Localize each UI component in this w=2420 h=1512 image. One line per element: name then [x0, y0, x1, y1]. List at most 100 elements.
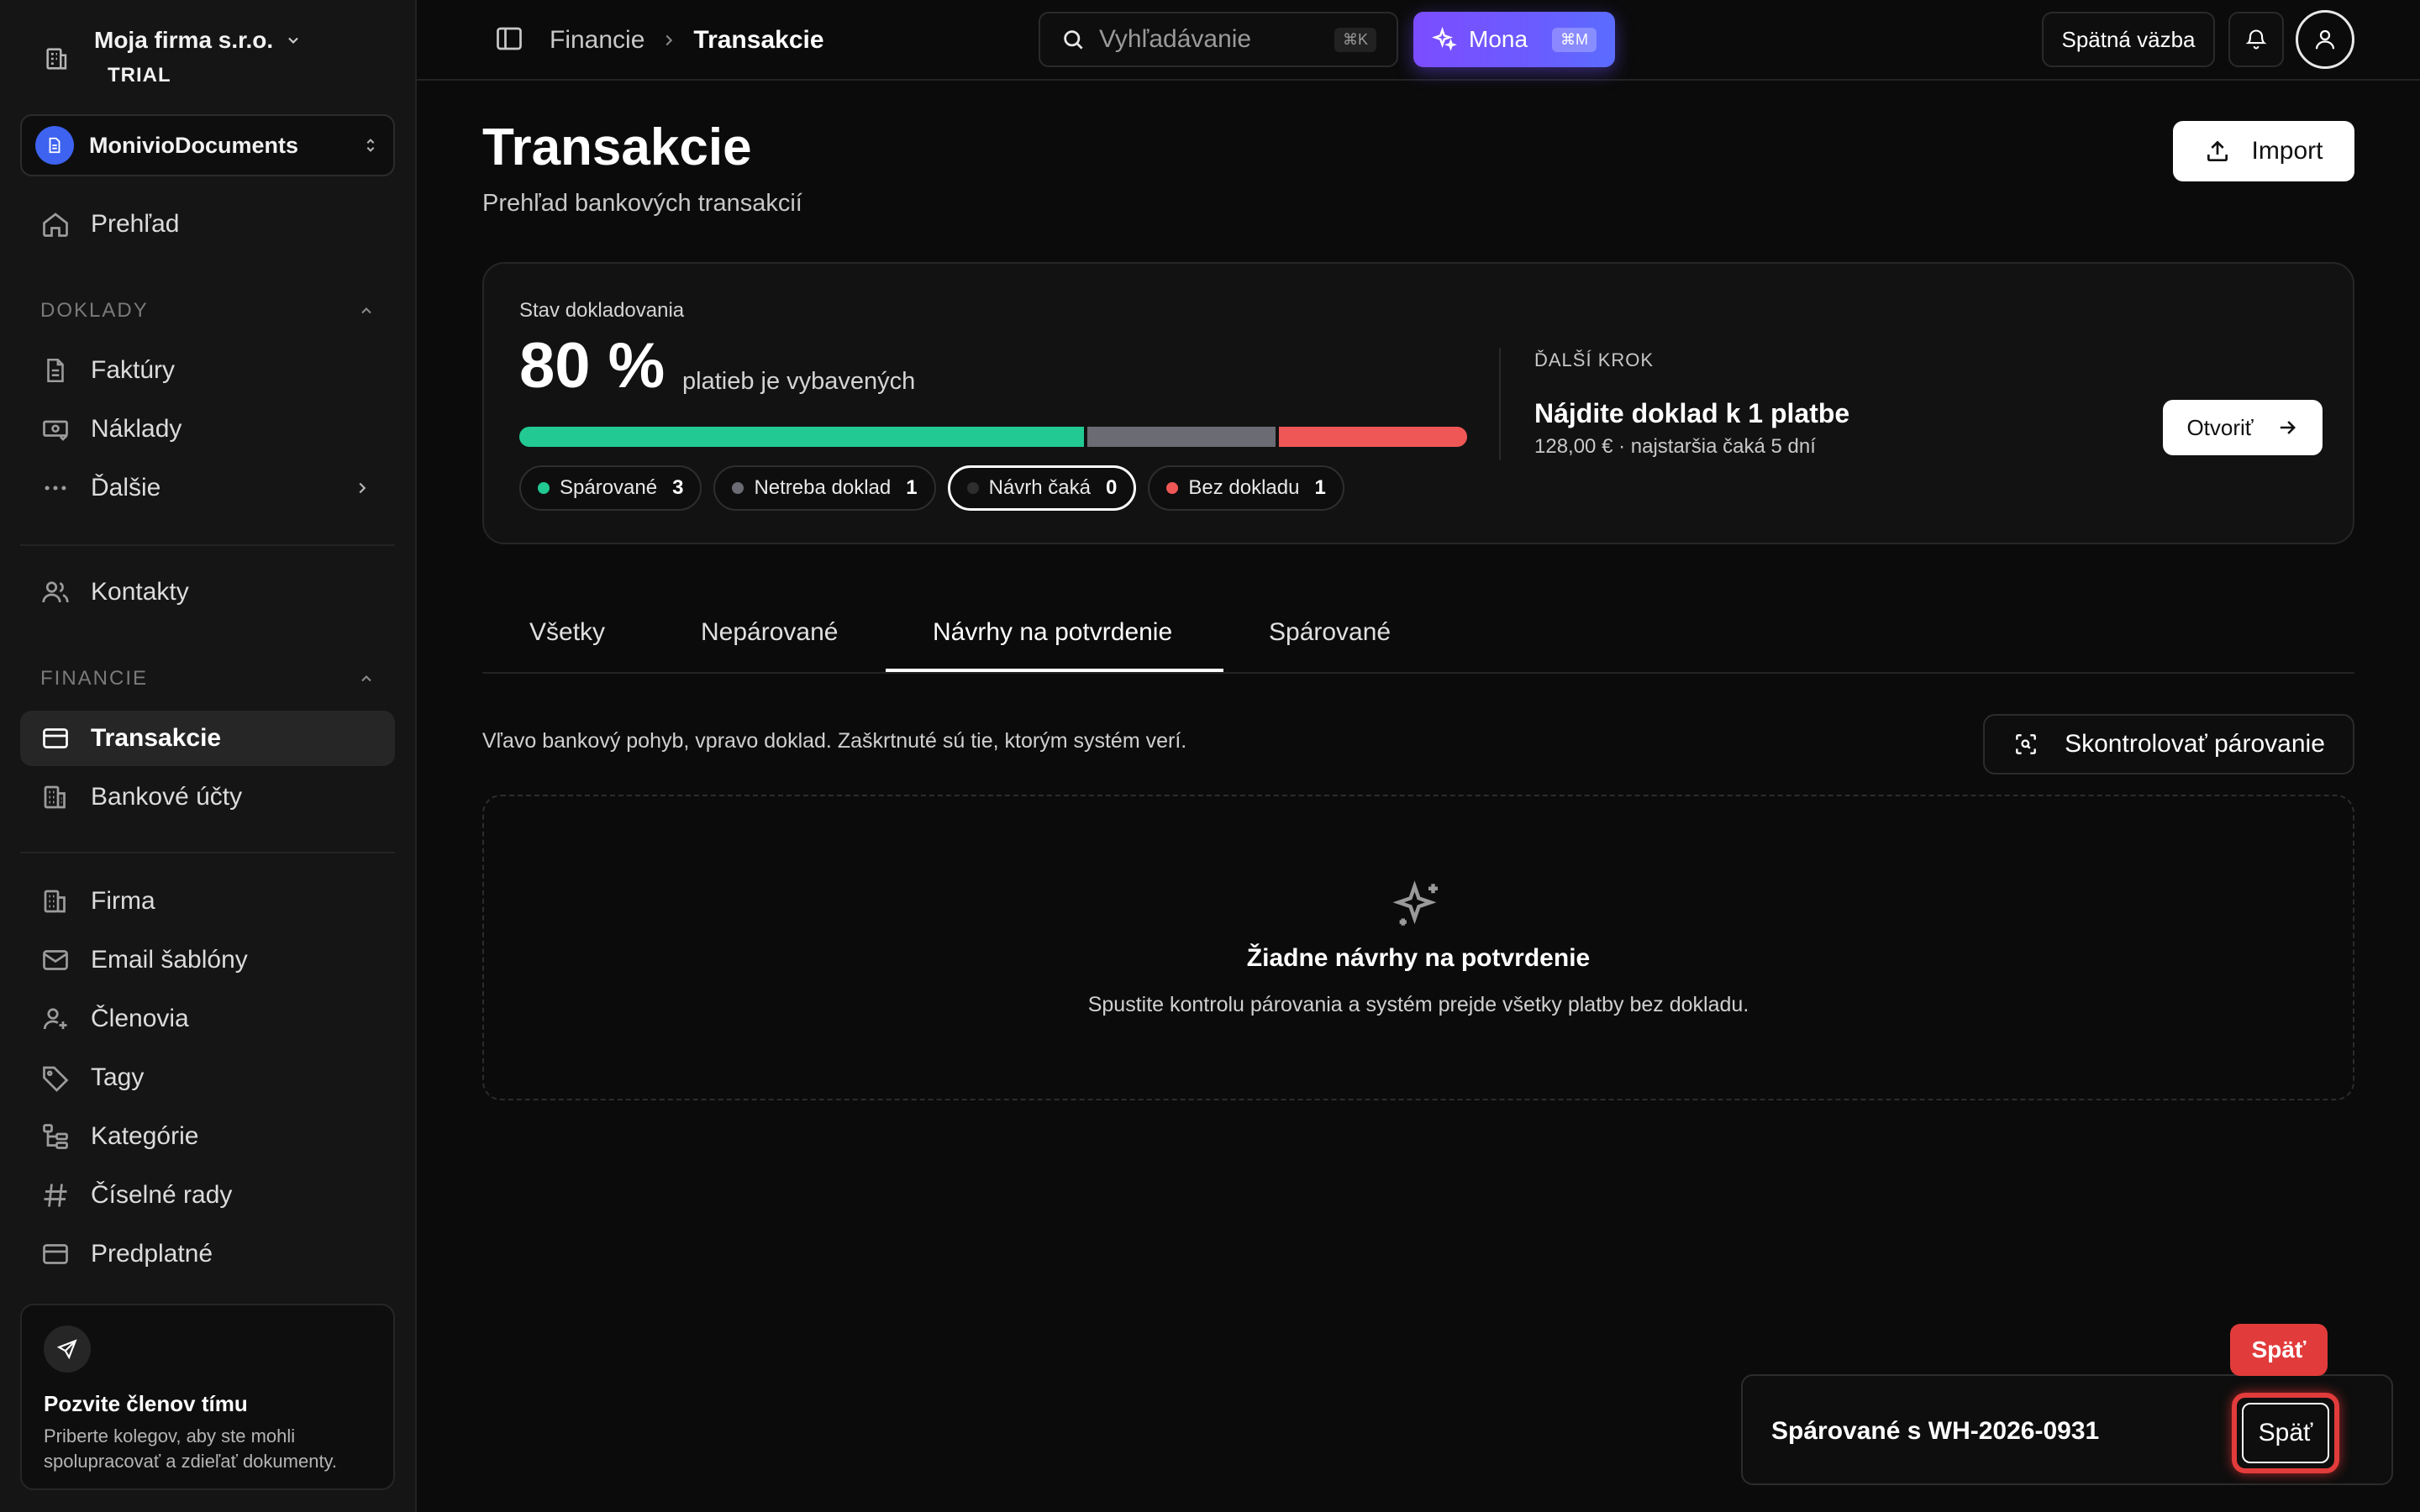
tab-navrhy-na-potvrdenie[interactable]: Návrhy na potvrdenie — [933, 591, 1172, 674]
toast-message: Spárované s WH-2026-0931 — [1771, 1417, 2100, 1445]
open-label: Otvoriť — [2186, 414, 2254, 440]
sidebar: Moja firma s.r.o. TRIAL MonivioDocuments… — [0, 0, 417, 1512]
tab-neparovane[interactable]: Nepárované — [701, 591, 838, 674]
chip-label: Návrh čaká — [988, 476, 1091, 499]
receipt-icon — [39, 412, 72, 446]
chip-netreba-doklad[interactable]: Netreba doklad 1 — [713, 465, 936, 511]
sidebar-item-label: Bankové účty — [91, 783, 243, 811]
chevron-right-icon — [353, 479, 371, 497]
section-label: DOKLADY — [40, 299, 149, 322]
import-button[interactable]: Import — [2173, 121, 2354, 181]
chip-bez-dokladu[interactable]: Bez dokladu 1 — [1148, 465, 1344, 511]
breadcrumb-current: Transakcie — [693, 26, 824, 54]
progress-segment — [519, 427, 1084, 447]
status-dot — [966, 482, 979, 494]
scan-icon — [2012, 731, 2039, 758]
sidebar-item-label: Číselné rady — [91, 1181, 233, 1209]
sidebar-item-clenovia[interactable]: Členovia — [20, 991, 395, 1047]
chip-navrh-caka[interactable]: Návrh čaká 0 — [947, 465, 1137, 511]
sidebar-item-dalsie[interactable]: Ďalšie — [20, 460, 395, 516]
search-placeholder: Vyhľadávanie — [1099, 25, 1252, 53]
arrow-right-icon — [2275, 416, 2299, 439]
invite-text: Priberte kolegov, aby ste mohli spolupra… — [44, 1425, 338, 1472]
sidebar-item-label: Email šablóny — [91, 946, 248, 974]
sidebar-item-label: Kategórie — [91, 1122, 199, 1150]
sidebar-item-naklady[interactable]: Náklady — [20, 402, 395, 457]
empty-state-text: Spustite kontrolu párovania a systém pre… — [1087, 993, 1749, 1016]
sparkles-icon — [1392, 877, 1447, 932]
sidebar-item-ciselne-rady[interactable]: Číselné rady — [20, 1168, 395, 1223]
import-label: Import — [2251, 137, 2323, 165]
breadcrumb: Financie Transakcie — [550, 0, 824, 81]
bell-icon — [2244, 28, 2268, 51]
chip-count: 1 — [906, 476, 918, 499]
building-icon — [39, 885, 72, 918]
sidebar-item-transakcie[interactable]: Transakcie — [20, 711, 395, 766]
active-tab-indicator — [886, 669, 1223, 672]
sidebar-item-label: Faktúry — [91, 356, 176, 384]
sidebar-item-bankove-ucty[interactable]: Bankové účty — [20, 769, 395, 825]
sidebar-item-label: Firma — [91, 887, 155, 915]
sidebar-divider — [20, 544, 395, 546]
page-subtitle: Prehľad bankových transakcií — [482, 190, 802, 217]
section-financie[interactable]: FINANCIE — [40, 662, 375, 696]
mona-ai-button[interactable]: Mona ⌘M — [1413, 12, 1615, 67]
page-title: Transakcie — [482, 118, 752, 176]
chip-count: 3 — [672, 476, 684, 499]
send-icon — [44, 1326, 91, 1373]
sidebar-item-firma[interactable]: Firma — [20, 874, 395, 929]
notifications-button[interactable] — [2228, 12, 2284, 67]
sidebar-item-overview[interactable]: Prehľad — [20, 197, 395, 252]
status-dot — [538, 482, 550, 494]
status-percent: 80 % — [519, 330, 666, 402]
sidebar-item-label: Transakcie — [91, 724, 222, 752]
status-label: Stav dokladovania — [519, 299, 685, 322]
chevron-right-icon — [660, 31, 678, 50]
sidebar-item-kategorie[interactable]: Kategórie — [20, 1109, 395, 1164]
sidebar-toggle-icon[interactable] — [494, 24, 528, 57]
search-shortcut: ⌘K — [1334, 27, 1376, 52]
feedback-button[interactable]: Spätná väzba — [2042, 12, 2215, 67]
workspace-selector[interactable]: MonivioDocuments — [20, 114, 395, 176]
chevron-down-icon — [285, 32, 302, 49]
search-input[interactable]: Vyhľadávanie ⌘K — [1039, 12, 1398, 67]
open-button[interactable]: Otvoriť — [2163, 400, 2323, 455]
tab-sparovane[interactable]: Spárované — [1269, 591, 1391, 674]
invite-card[interactable]: Pozvite členov tímu Priberte kolegov, ab… — [20, 1304, 395, 1490]
upload-icon — [2204, 138, 2231, 165]
sidebar-item-email-sablony[interactable]: Email šablóny — [20, 932, 395, 988]
undo-button[interactable]: Späť — [2242, 1403, 2329, 1463]
category-tree-icon — [39, 1120, 72, 1153]
mona-shortcut: ⌘M — [1552, 27, 1597, 52]
status-chips: Spárované 3 Netreba doklad 1 Návrh čaká … — [519, 465, 1344, 511]
sidebar-item-predplatne[interactable]: Predplatné — [20, 1226, 395, 1282]
sidebar-item-kontakty[interactable]: Kontakty — [20, 564, 395, 620]
plan-badge: TRIAL — [108, 64, 171, 87]
sidebar-item-label: Predplatné — [91, 1240, 213, 1268]
chevron-updown-icon — [361, 136, 380, 155]
next-step-title: Nájdite doklad k 1 platbe — [1534, 398, 1850, 428]
section-doklady[interactable]: DOKLADY — [40, 294, 375, 328]
sidebar-item-label: Kontakty — [91, 578, 189, 606]
sidebar-item-faktury[interactable]: Faktúry — [20, 343, 395, 398]
user-avatar[interactable] — [2296, 10, 2354, 69]
sidebar-item-tagy[interactable]: Tagy — [20, 1050, 395, 1105]
tab-vsetky[interactable]: Všetky — [529, 591, 605, 674]
sidebar-divider — [20, 852, 395, 853]
chevron-up-icon — [358, 670, 375, 687]
building-icon — [20, 18, 94, 99]
tag-icon — [39, 1061, 72, 1095]
paired-toast: Spárované s WH-2026-0931 Späť — [1741, 1374, 2393, 1485]
mona-label: Mona — [1469, 26, 1528, 52]
undo-button-highlight: Späť — [2232, 1393, 2339, 1473]
org-switcher[interactable]: Moja firma s.r.o. TRIAL — [20, 18, 390, 99]
chip-label: Netreba doklad — [754, 476, 892, 499]
section-label: FINANCIE — [40, 667, 149, 690]
sidebar-item-label: Členovia — [91, 1005, 189, 1032]
check-pairing-button[interactable]: Skontrolovať párovanie — [1983, 714, 2354, 774]
check-pairing-label: Skontrolovať párovanie — [2065, 730, 2325, 758]
chip-sparovane[interactable]: Spárované 3 — [519, 465, 702, 511]
org-name: Moja firma s.r.o. — [94, 25, 302, 55]
breadcrumb-financie[interactable]: Financie — [550, 26, 644, 55]
search-icon — [1060, 27, 1086, 52]
